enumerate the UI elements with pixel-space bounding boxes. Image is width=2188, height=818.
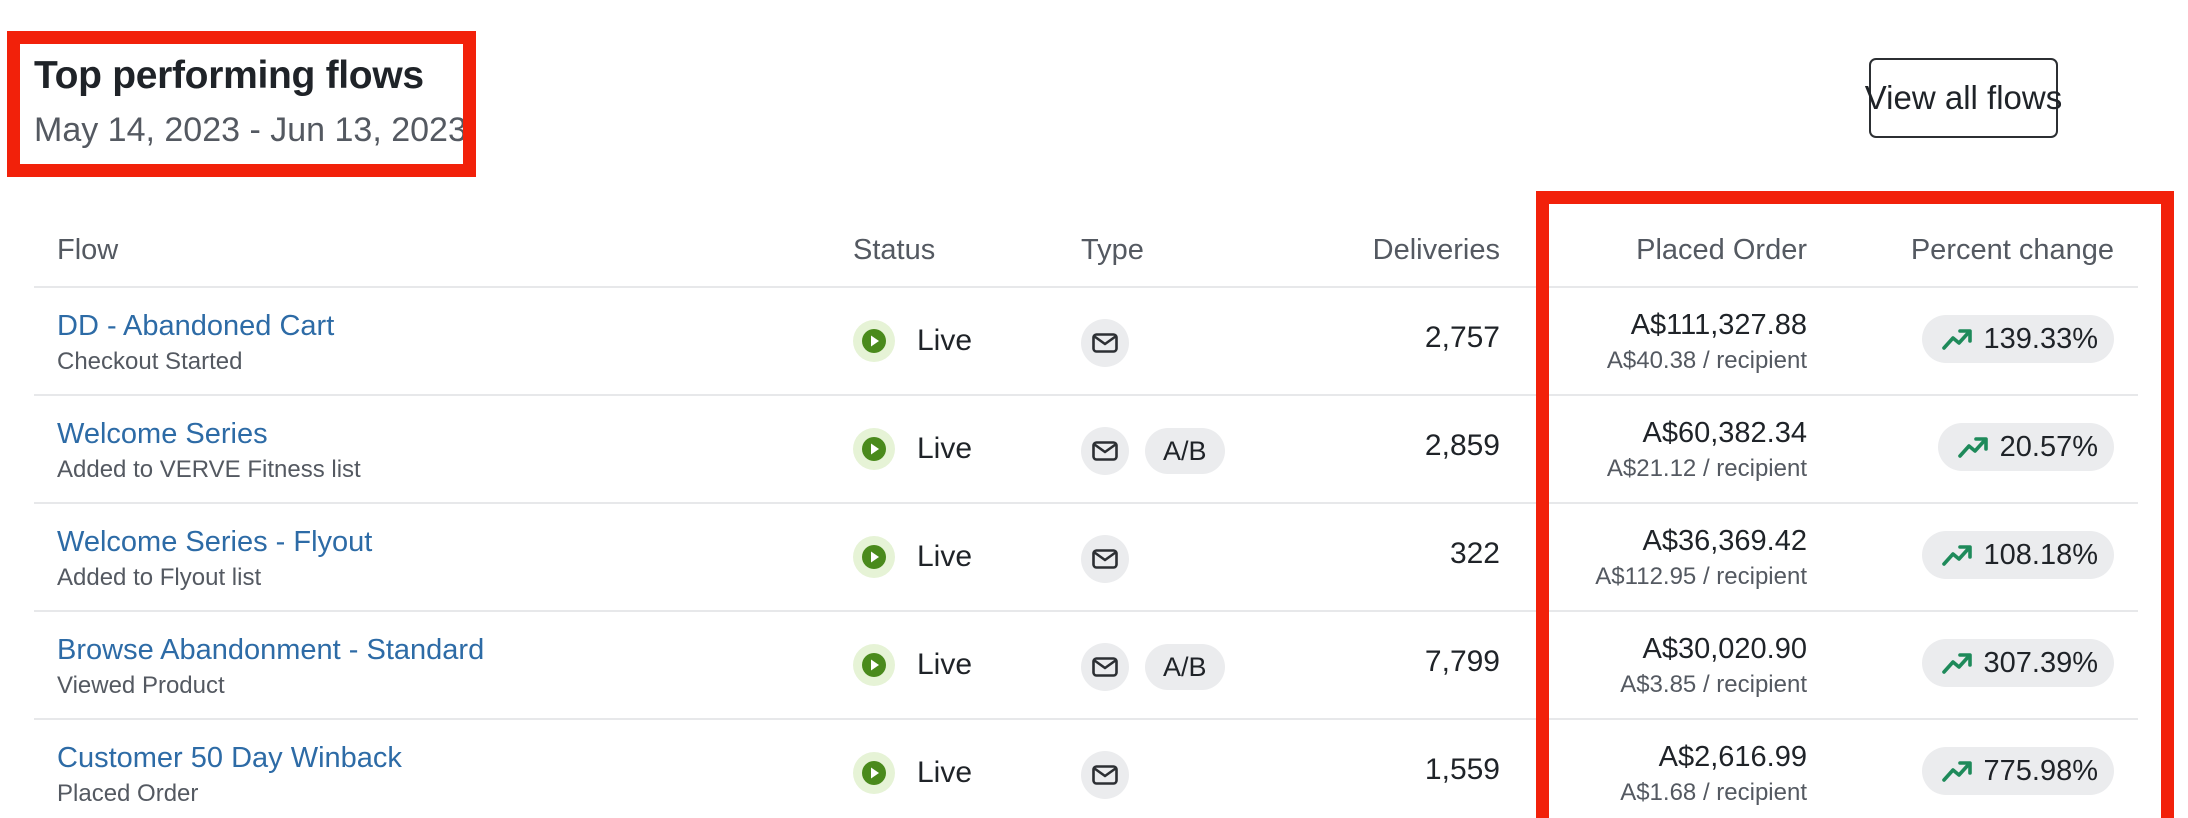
mail-icon: [1081, 535, 1129, 583]
placed-order-cell: A$2,616.99 A$1.68 / recipient: [1620, 739, 1807, 807]
percent-change-badge: 775.98%: [1921, 747, 2114, 795]
column-header-deliveries[interactable]: Deliveries: [1373, 234, 1500, 267]
mail-icon: [1081, 751, 1129, 799]
trending-up-icon: [1941, 545, 1972, 566]
table-row[interactable]: Welcome Series - Flyout Added to Flyout …: [34, 504, 2138, 612]
column-header-placed-order[interactable]: Placed Order: [1636, 234, 1807, 267]
placed-order-cell: A$36,369.42 A$112.95 / recipient: [1595, 523, 1807, 591]
status-cell: Live: [853, 320, 972, 362]
table-body: DD - Abandoned Cart Checkout Started Liv…: [34, 288, 2138, 818]
status-label: Live: [917, 432, 973, 465]
per-recipient-value: A$21.12 / recipient: [1606, 455, 1807, 482]
placed-order-cell: A$111,327.88 A$40.38 / recipient: [1607, 307, 1807, 375]
percent-change-value: 307.39%: [1983, 646, 2099, 679]
page: Top performing flows May 14, 2023 - Jun …: [0, 0, 2188, 818]
placed-order-cell: A$30,020.90 A$3.85 / recipient: [1620, 631, 1807, 699]
percent-change-value: 20.57%: [1999, 430, 2098, 463]
percent-change-badge: 307.39%: [1921, 639, 2114, 687]
percent-change-value: 108.18%: [1983, 538, 2099, 571]
percent-change-value: 139.33%: [1983, 322, 2099, 355]
trending-up-icon: [1957, 437, 1988, 458]
percent-change-value: 775.98%: [1983, 754, 2099, 787]
flow-name-link[interactable]: DD - Abandoned Cart: [57, 308, 334, 344]
deliveries-value: 2,859: [1424, 429, 1500, 462]
table-row[interactable]: Browse Abandonment - Standard Viewed Pro…: [34, 612, 2138, 720]
column-header-type[interactable]: Type: [1081, 234, 1144, 267]
view-all-flows-button[interactable]: View all flows: [1865, 58, 2062, 138]
deliveries-value: 1,559: [1424, 753, 1500, 786]
type-cell: [1081, 535, 1129, 583]
status-cell: Live: [853, 428, 972, 470]
status-label: Live: [917, 540, 973, 573]
status-label: Live: [917, 648, 973, 681]
percent-change-badge: 139.33%: [1921, 315, 2114, 363]
ab-test-badge: A/B: [1145, 428, 1225, 474]
type-cell: [1081, 751, 1129, 799]
flow-cell: DD - Abandoned Cart Checkout Started: [57, 288, 334, 376]
placed-order-value: A$36,369.42: [1642, 525, 1807, 557]
placed-order-value: A$60,382.34: [1642, 417, 1807, 449]
type-cell: A/B: [1081, 643, 1225, 691]
status-cell: Live: [853, 644, 972, 686]
mail-icon: [1081, 427, 1129, 475]
column-header-status[interactable]: Status: [853, 234, 935, 267]
flows-table: Flow Status Type Deliveries Placed Order…: [34, 214, 2138, 818]
flow-trigger: Checkout Started: [57, 348, 243, 375]
flow-cell: Welcome Series Added to VERVE Fitness li…: [57, 396, 361, 484]
per-recipient-value: A$112.95 / recipient: [1595, 563, 1807, 590]
placed-order-value: A$2,616.99: [1658, 741, 1807, 773]
mail-icon: [1081, 319, 1129, 367]
flow-cell: Customer 50 Day Winback Placed Order: [57, 720, 402, 808]
percent-change-badge: 20.57%: [1937, 423, 2114, 471]
per-recipient-value: A$1.68 / recipient: [1620, 779, 1807, 806]
status-cell: Live: [853, 536, 972, 578]
placed-order-cell: A$60,382.34 A$21.12 / recipient: [1607, 415, 1807, 483]
flow-cell: Welcome Series - Flyout Added to Flyout …: [57, 504, 372, 592]
percent-change-badge: 108.18%: [1921, 531, 2114, 579]
ab-test-badge: A/B: [1145, 644, 1225, 690]
trending-up-icon: [1941, 653, 1972, 674]
flow-trigger: Placed Order: [57, 780, 199, 807]
mail-icon: [1081, 643, 1129, 691]
live-play-icon: [853, 536, 895, 578]
live-play-icon: [853, 320, 895, 362]
per-recipient-value: A$3.85 / recipient: [1620, 671, 1807, 698]
flow-trigger: Viewed Product: [57, 672, 225, 699]
table-header-row: Flow Status Type Deliveries Placed Order…: [34, 214, 2138, 288]
per-recipient-value: A$40.38 / recipient: [1606, 347, 1807, 374]
live-play-icon: [853, 644, 895, 686]
placed-order-value: A$111,327.88: [1630, 309, 1807, 341]
flow-trigger: Added to VERVE Fitness list: [57, 456, 361, 483]
type-cell: [1081, 319, 1129, 367]
deliveries-value: 2,757: [1424, 321, 1500, 354]
trending-up-icon: [1941, 329, 1972, 350]
column-header-flow[interactable]: Flow: [57, 234, 118, 267]
trending-up-icon: [1941, 761, 1972, 782]
date-range: May 14, 2023 - Jun 13, 2023: [34, 111, 467, 149]
flow-name-link[interactable]: Welcome Series - Flyout: [57, 524, 372, 560]
status-label: Live: [917, 324, 973, 357]
flow-name-link[interactable]: Welcome Series: [57, 416, 361, 452]
status-label: Live: [917, 756, 973, 789]
table-row[interactable]: Welcome Series Added to VERVE Fitness li…: [34, 396, 2138, 504]
page-title: Top performing flows: [34, 54, 424, 97]
deliveries-value: 322: [1449, 537, 1500, 570]
placed-order-value: A$30,020.90: [1642, 633, 1807, 665]
status-cell: Live: [853, 752, 972, 794]
deliveries-value: 7,799: [1424, 645, 1500, 678]
flow-trigger: Added to Flyout list: [57, 564, 262, 591]
table-row[interactable]: DD - Abandoned Cart Checkout Started Liv…: [34, 288, 2138, 396]
column-header-percent-change[interactable]: Percent change: [1911, 234, 2114, 267]
type-cell: A/B: [1081, 427, 1225, 475]
flow-cell: Browse Abandonment - Standard Viewed Pro…: [57, 612, 484, 700]
flow-name-link[interactable]: Browse Abandonment - Standard: [57, 632, 484, 668]
live-play-icon: [853, 752, 895, 794]
table-row[interactable]: Customer 50 Day Winback Placed Order Liv…: [34, 720, 2138, 818]
flow-name-link[interactable]: Customer 50 Day Winback: [57, 740, 402, 776]
live-play-icon: [853, 428, 895, 470]
header: Top performing flows May 14, 2023 - Jun …: [34, 48, 467, 154]
